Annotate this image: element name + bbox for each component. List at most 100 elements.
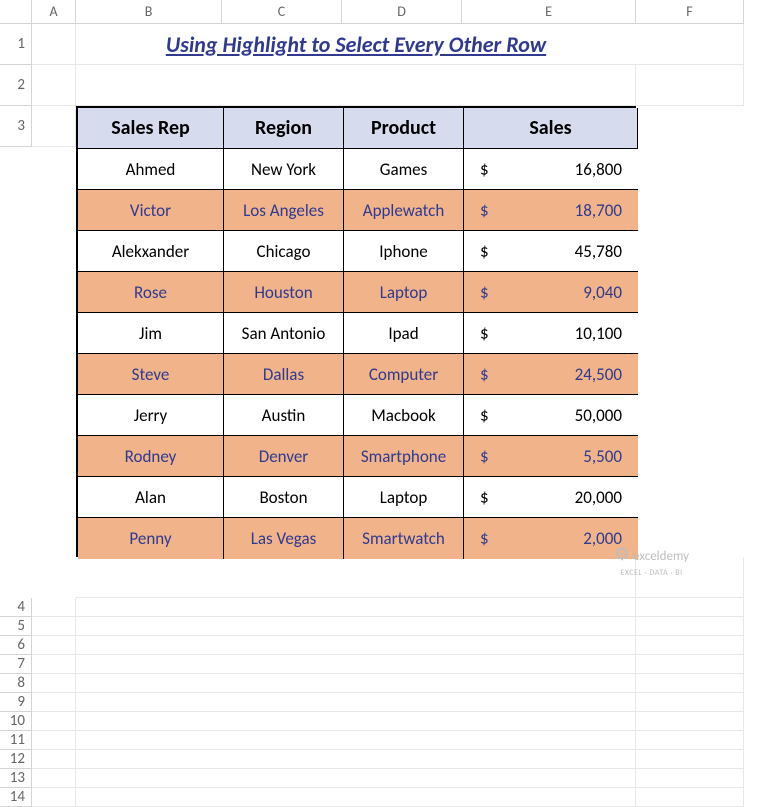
cell-B2E2[interactable] — [76, 65, 636, 106]
cell-F6[interactable] — [636, 636, 744, 655]
cell-rep[interactable]: Alan — [78, 477, 224, 518]
cell-F8[interactable] — [636, 674, 744, 693]
cell-A6[interactable] — [32, 636, 76, 655]
cell-row9-body[interactable] — [76, 693, 636, 712]
cell-A9[interactable] — [32, 693, 76, 712]
cell-region[interactable]: Las Vegas — [224, 518, 344, 559]
col-header-E[interactable]: E — [462, 0, 636, 24]
cell-sales[interactable]: $2,000 — [464, 518, 638, 559]
cell-region[interactable]: Chicago — [224, 231, 344, 272]
cell-region[interactable]: San Antonio — [224, 313, 344, 354]
row-header-1[interactable]: 1 — [0, 24, 32, 65]
cell-product[interactable]: Ipad — [344, 313, 464, 354]
row-header-5[interactable]: 5 — [0, 617, 32, 636]
cell-product[interactable]: Smartwatch — [344, 518, 464, 559]
cell-rep[interactable]: Steve — [78, 354, 224, 395]
th-region[interactable]: Region — [224, 108, 344, 149]
cell-row5-body[interactable] — [76, 617, 636, 636]
cell-A5[interactable] — [32, 617, 76, 636]
cell-row11-body[interactable] — [76, 731, 636, 750]
row-header-4[interactable]: 4 — [0, 598, 32, 617]
cell-region[interactable]: Denver — [224, 436, 344, 477]
cell-region[interactable]: Houston — [224, 272, 344, 313]
cell-A10[interactable] — [32, 712, 76, 731]
cell-F9[interactable] — [636, 693, 744, 712]
row-header-12[interactable]: 12 — [0, 750, 32, 769]
cell-sales[interactable]: $5,500 — [464, 436, 638, 477]
row-header-10[interactable]: 10 — [0, 712, 32, 731]
cell-row6-body[interactable] — [76, 636, 636, 655]
cell-rep[interactable]: Jim — [78, 313, 224, 354]
row-header-9[interactable]: 9 — [0, 693, 32, 712]
col-header-F[interactable]: F — [636, 0, 744, 24]
cell-sales[interactable]: $50,000 — [464, 395, 638, 436]
cell-A4[interactable] — [32, 598, 76, 617]
cell-sales[interactable]: $10,100 — [464, 313, 638, 354]
cell-row10-body[interactable] — [76, 712, 636, 731]
cell-F10[interactable] — [636, 712, 744, 731]
cell-F2[interactable] — [636, 65, 744, 106]
col-header-A[interactable]: A — [32, 0, 76, 24]
cell-region[interactable]: Los Angeles — [224, 190, 344, 231]
th-product[interactable]: Product — [344, 108, 464, 149]
row-header-2[interactable]: 2 — [0, 65, 32, 106]
cell-rep[interactable]: Victor — [78, 190, 224, 231]
row-header-13[interactable]: 13 — [0, 769, 32, 788]
cell-rep[interactable]: Jerry — [78, 395, 224, 436]
cell-region[interactable]: New York — [224, 149, 344, 190]
cell-rep[interactable]: Rose — [78, 272, 224, 313]
cell-region[interactable]: Dallas — [224, 354, 344, 395]
select-all-corner[interactable] — [0, 0, 32, 24]
cell-product[interactable]: Laptop — [344, 477, 464, 518]
cell-rep[interactable]: Alekxander — [78, 231, 224, 272]
cell-product[interactable]: Macbook — [344, 395, 464, 436]
cell-sales[interactable]: $16,800 — [464, 149, 638, 190]
cell-A1[interactable] — [32, 24, 76, 65]
cell-product[interactable]: Games — [344, 149, 464, 190]
cell-row4-body[interactable] — [76, 598, 636, 617]
cell-sales[interactable]: $18,700 — [464, 190, 638, 231]
cell-row8-body[interactable] — [76, 674, 636, 693]
cell-rep[interactable]: Ahmed — [78, 149, 224, 190]
cell-F4[interactable] — [636, 598, 744, 617]
cell-A11[interactable] — [32, 731, 76, 750]
cell-A2[interactable] — [32, 65, 76, 106]
cell-region[interactable]: Austin — [224, 395, 344, 436]
cell-product[interactable]: Iphone — [344, 231, 464, 272]
row-header-7[interactable]: 7 — [0, 655, 32, 674]
cell-sales[interactable]: $45,780 — [464, 231, 638, 272]
cell-A8[interactable] — [32, 674, 76, 693]
row-header-6[interactable]: 6 — [0, 636, 32, 655]
cell-row12-body[interactable] — [76, 750, 636, 769]
col-header-B[interactable]: B — [76, 0, 222, 24]
cell-A12[interactable] — [32, 750, 76, 769]
cell-region[interactable]: Boston — [224, 477, 344, 518]
cell-F13[interactable] — [636, 769, 744, 788]
cell-product[interactable]: Laptop — [344, 272, 464, 313]
cell-sales[interactable]: $20,000 — [464, 477, 638, 518]
col-header-D[interactable]: D — [342, 0, 462, 24]
cell-F12[interactable] — [636, 750, 744, 769]
cell-product[interactable]: Smartphone — [344, 436, 464, 477]
row-header-11[interactable]: 11 — [0, 731, 32, 750]
cell-A13[interactable] — [32, 769, 76, 788]
row-header-8[interactable]: 8 — [0, 674, 32, 693]
row-header-14[interactable]: 14 — [0, 788, 32, 807]
cell-rep[interactable]: Penny — [78, 518, 224, 559]
cell-A7[interactable] — [32, 655, 76, 674]
cell-F3[interactable] — [636, 557, 744, 598]
cell-A3[interactable] — [32, 106, 76, 147]
th-sales-rep[interactable]: Sales Rep — [78, 108, 224, 149]
cell-product[interactable]: Computer — [344, 354, 464, 395]
cell-product[interactable]: Applewatch — [344, 190, 464, 231]
cell-row14-body[interactable] — [76, 788, 636, 807]
cell-F7[interactable] — [636, 655, 744, 674]
cell-A14[interactable] — [32, 788, 76, 807]
cell-row3-body[interactable] — [76, 557, 636, 598]
cell-row13-body[interactable] — [76, 769, 636, 788]
cell-F1[interactable] — [636, 24, 744, 65]
cell-row7-body[interactable] — [76, 655, 636, 674]
row-header-3[interactable]: 3 — [0, 106, 32, 147]
cell-F11[interactable] — [636, 731, 744, 750]
cell-sales[interactable]: $9,040 — [464, 272, 638, 313]
